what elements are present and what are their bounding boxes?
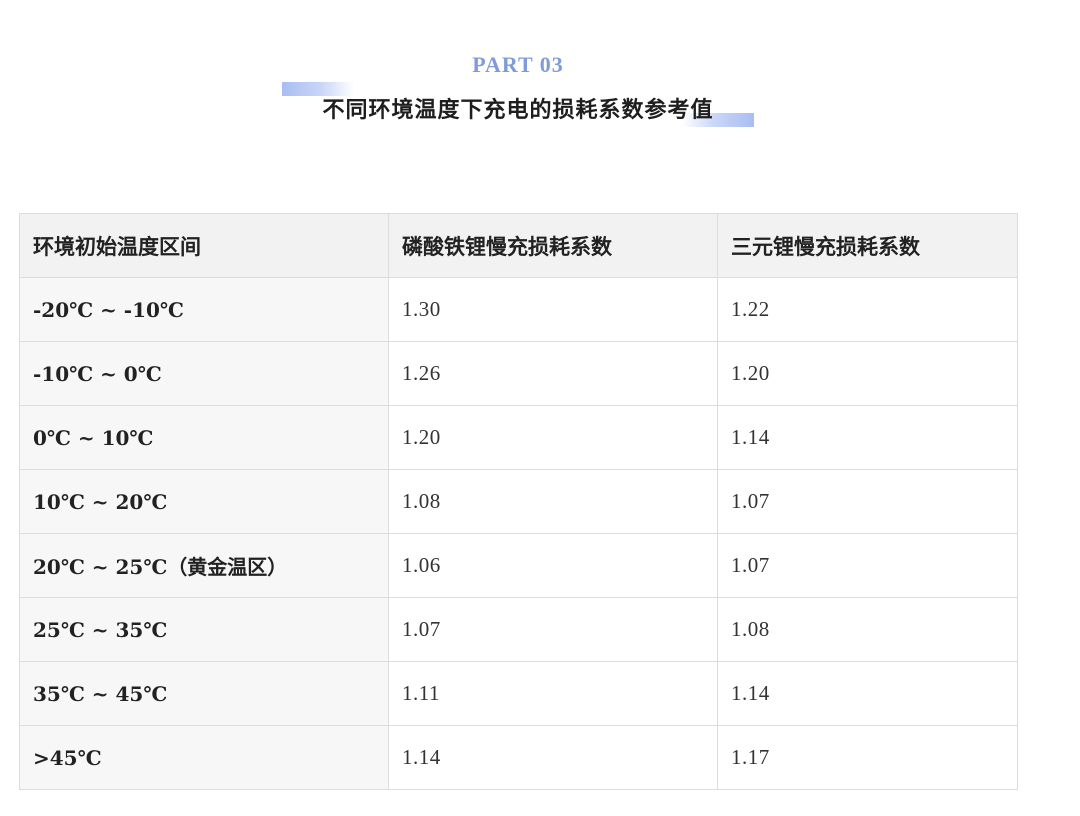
- ncm-coefficient-cell: 1.14: [717, 661, 1018, 726]
- table-row: >45℃ 1.14 1.17: [19, 725, 1018, 790]
- section-title: 不同环境温度下充电的损耗系数参考值: [282, 80, 754, 130]
- temperature-range-cell: 25℃ ~ 35℃: [19, 597, 389, 662]
- table-row: -10℃ ~ 0℃ 1.26 1.20: [19, 341, 1018, 406]
- table-row: 25℃ ~ 35℃ 1.07 1.08: [19, 597, 1018, 662]
- ncm-coefficient-cell: 1.08: [717, 597, 1018, 662]
- ncm-coefficient-cell: 1.14: [717, 405, 1018, 470]
- ncm-coefficient-cell: 1.20: [717, 341, 1018, 406]
- temperature-range-cell: 35℃ ~ 45℃: [19, 661, 389, 726]
- column-header-temperature-range: 环境初始温度区间: [19, 213, 389, 278]
- table-row: -20℃ ~ -10℃ 1.30 1.22: [19, 277, 1018, 342]
- ncm-coefficient-cell: 1.22: [717, 277, 1018, 342]
- ncm-coefficient-cell: 1.07: [717, 469, 1018, 534]
- table-row: 10℃ ~ 20℃ 1.08 1.07: [19, 469, 1018, 534]
- temperature-range-cell: >45℃: [19, 725, 389, 790]
- lfp-coefficient-cell: 1.06: [388, 533, 718, 598]
- lfp-coefficient-cell: 1.30: [388, 277, 718, 342]
- page-title: 不同环境温度下充电的损耗系数参考值: [322, 98, 714, 123]
- table-row: 0℃ ~ 10℃ 1.20 1.14: [19, 405, 1018, 470]
- lfp-coefficient-cell: 1.26: [388, 341, 718, 406]
- table-row: 20℃ ~ 25℃（黄金温区） 1.06 1.07: [19, 533, 1018, 598]
- lfp-coefficient-cell: 1.14: [388, 725, 718, 790]
- table-row: 35℃ ~ 45℃ 1.11 1.14: [19, 661, 1018, 726]
- loss-coefficient-table: 环境初始温度区间 磷酸铁锂慢充损耗系数 三元锂慢充损耗系数 -20℃ ~ -10…: [19, 213, 1018, 790]
- temperature-range-cell: -20℃ ~ -10℃: [19, 277, 389, 342]
- temperature-range-cell: 10℃ ~ 20℃: [19, 469, 389, 534]
- lfp-coefficient-cell: 1.11: [388, 661, 718, 726]
- lfp-coefficient-cell: 1.20: [388, 405, 718, 470]
- part-label: PART 03: [472, 52, 564, 77]
- temperature-range-cell: -10℃ ~ 0℃: [19, 341, 389, 406]
- table-header-row: 环境初始温度区间 磷酸铁锂慢充损耗系数 三元锂慢充损耗系数: [19, 213, 1018, 278]
- ncm-coefficient-cell: 1.17: [717, 725, 1018, 790]
- ncm-coefficient-cell: 1.07: [717, 533, 1018, 598]
- temperature-range-cell: 0℃ ~ 10℃: [19, 405, 389, 470]
- lfp-coefficient-cell: 1.07: [388, 597, 718, 662]
- lfp-coefficient-cell: 1.08: [388, 469, 718, 534]
- temperature-range-cell: 20℃ ~ 25℃（黄金温区）: [19, 533, 389, 598]
- column-header-ncm-coefficient: 三元锂慢充损耗系数: [717, 213, 1018, 278]
- column-header-lfp-coefficient: 磷酸铁锂慢充损耗系数: [388, 213, 718, 278]
